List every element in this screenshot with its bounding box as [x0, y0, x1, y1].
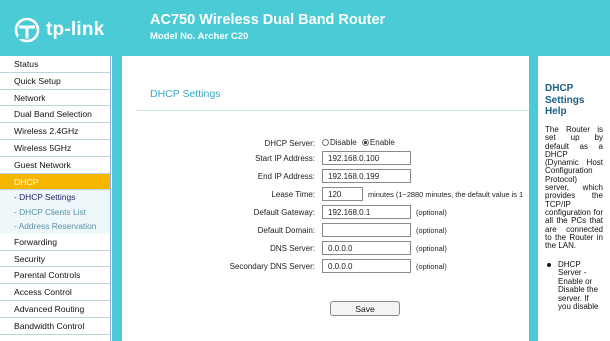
dhcp-server-row: DHCP Server: Disable Enable	[122, 136, 529, 152]
sidebar-item-status[interactable]: Status	[0, 56, 110, 73]
dhcp-enable-label[interactable]: Enable	[370, 138, 395, 147]
default-domain-hint: (optional)	[416, 226, 447, 235]
header-bar: tp-link AC750 Wireless Dual Band Router …	[0, 0, 610, 56]
sidebar-item-dual-band-selection[interactable]: Dual Band Selection	[0, 106, 110, 124]
dns-server-input[interactable]	[322, 241, 411, 255]
title-divider	[136, 110, 529, 111]
end-ip-input[interactable]	[322, 169, 411, 183]
sidebar-item-bandwidth-control[interactable]: Bandwidth Control	[0, 317, 110, 335]
dhcp-disable-label[interactable]: Disable	[330, 138, 357, 147]
page-title: DHCP Settings	[150, 88, 221, 100]
sidebar-subitem-dhcp-clients-list[interactable]: - DHCP Clients List	[0, 204, 110, 220]
help-bullet-item: DHCP Server - Enable or Disable the serv…	[547, 260, 602, 312]
brand-logo: tp-link	[14, 17, 124, 43]
secondary-dns-row: Secondary DNS Server: (optional)	[122, 259, 529, 275]
model-number: Model No. Archer C20	[150, 31, 249, 42]
help-title: DHCP Settings Help	[545, 83, 585, 117]
dns-server-label: DNS Server:	[270, 244, 315, 253]
default-domain-label: Default Domain:	[257, 226, 315, 235]
help-panel: DHCP Settings Help The Router is set up …	[538, 56, 610, 341]
start-ip-label: Start IP Address:	[255, 154, 315, 163]
sidebar-subitem-address-reservation[interactable]: - Address Reservation	[0, 219, 110, 234]
sidebar-item-security[interactable]: Security	[0, 250, 110, 268]
default-domain-row: Default Domain: (optional)	[122, 223, 529, 239]
sidebar-item-wireless-5ghz[interactable]: Wireless 5GHz	[0, 139, 110, 157]
lease-time-label: Lease Time:	[271, 190, 315, 199]
start-ip-input[interactable]	[322, 151, 411, 165]
brand-name: tp-link	[46, 19, 105, 40]
sidebar-item-access-control[interactable]: Access Control	[0, 284, 110, 302]
dns-server-row: DNS Server: (optional)	[122, 241, 529, 257]
right-frame-strip	[529, 56, 538, 341]
dhcp-server-radio-group: Disable Enable	[322, 138, 395, 147]
main-content: DHCP Settings DHCP Server: Disable Enabl…	[122, 56, 529, 341]
sidebar-subitem-dhcp-settings[interactable]: - DHCP Settings	[0, 190, 110, 205]
product-title: AC750 Wireless Dual Band Router	[150, 12, 386, 28]
sidebar-item-wireless-2-4ghz[interactable]: Wireless 2.4GHz	[0, 123, 110, 140]
sidebar-item-advanced-routing[interactable]: Advanced Routing	[0, 301, 110, 318]
dns-server-hint: (optional)	[416, 244, 447, 253]
lease-time-hint: minutes (1~2880 minutes, the default val…	[368, 190, 524, 199]
default-domain-input[interactable]	[322, 223, 411, 237]
start-ip-row: Start IP Address:	[122, 151, 529, 167]
bullet-icon	[547, 263, 551, 267]
left-frame-strip	[112, 56, 122, 341]
save-button[interactable]: Save	[330, 301, 400, 316]
help-bullet-text: DHCP Server - Enable or Disable the serv…	[558, 260, 599, 312]
end-ip-label: End IP Address:	[257, 172, 315, 181]
sidebar-item-network[interactable]: Network	[0, 89, 110, 107]
sidebar-item-parental-controls[interactable]: Parental Controls	[0, 267, 110, 285]
lease-time-input[interactable]	[322, 187, 363, 201]
tp-link-logo-icon	[14, 17, 40, 43]
secondary-dns-input[interactable]	[322, 259, 411, 273]
end-ip-row: End IP Address:	[122, 169, 529, 185]
dhcp-disable-radio[interactable]	[322, 139, 329, 146]
default-gateway-label: Default Gateway:	[253, 208, 315, 217]
help-body-text: The Router is set up by default as a DHC…	[545, 125, 603, 251]
secondary-dns-label: Secondary DNS Server:	[229, 262, 315, 271]
default-gateway-input[interactable]	[322, 205, 411, 219]
dhcp-server-label: DHCP Server:	[264, 139, 315, 148]
default-gateway-row: Default Gateway: (optional)	[122, 205, 529, 221]
dhcp-enable-radio[interactable]	[361, 139, 369, 146]
default-gateway-hint: (optional)	[416, 208, 447, 217]
sidebar-item-forwarding[interactable]: Forwarding	[0, 233, 110, 251]
sidebar-item-quick-setup[interactable]: Quick Setup	[0, 72, 110, 90]
sidebar-menu: Status Quick Setup Network Dual Band Sel…	[0, 56, 111, 341]
sidebar-item-guest-network[interactable]: Guest Network	[0, 156, 110, 174]
lease-time-row: Lease Time: minutes (1~2880 minutes, the…	[122, 187, 529, 203]
sidebar-item-dhcp[interactable]: DHCP	[0, 173, 110, 191]
secondary-dns-hint: (optional)	[416, 262, 447, 271]
